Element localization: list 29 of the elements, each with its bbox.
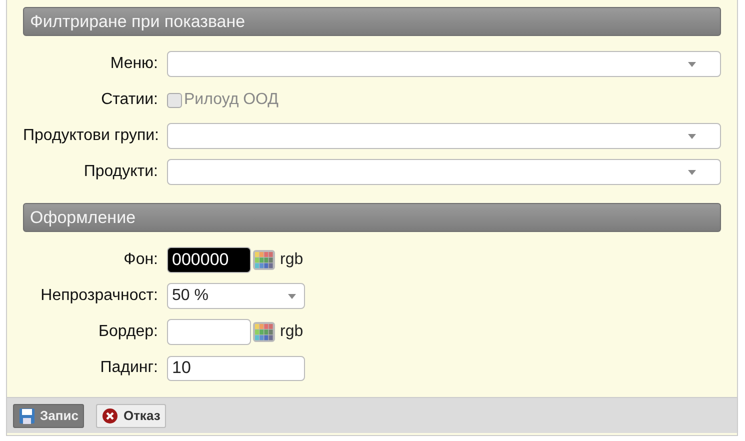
field-label: Статии:: [100, 90, 159, 110]
rgb-label: rgb: [280, 250, 304, 270]
save-button[interactable]: Запис: [13, 404, 84, 428]
color-palette-icon[interactable]: [253, 322, 275, 342]
cancel-button[interactable]: Отказ: [96, 404, 166, 428]
caret-icon: [688, 170, 696, 174]
dropdown[interactable]: [167, 123, 721, 149]
close-icon: [102, 408, 118, 424]
caret-icon: [688, 62, 696, 66]
color-palette-icon[interactable]: [253, 250, 275, 270]
caret-icon: [288, 294, 296, 298]
dropdown[interactable]: 50 %: [167, 283, 305, 309]
input-field[interactable]: 10: [167, 356, 305, 380]
caret-icon: [688, 134, 696, 138]
field-label: Меню:: [109, 54, 159, 74]
dropdown[interactable]: [167, 159, 721, 185]
field-label: Падинг:: [99, 358, 159, 378]
field-label: Продуктови групи:: [23, 126, 160, 146]
rgb-label: rgb: [280, 322, 304, 342]
field-label: Непрозрачност:: [40, 286, 159, 306]
color-input[interactable]: [167, 319, 251, 345]
section-header: Филтриране при показване: [23, 7, 721, 36]
checkbox-label: Рилоуд ООД: [184, 90, 278, 110]
dropdown[interactable]: [167, 51, 721, 77]
color-input[interactable]: 000000: [167, 247, 251, 273]
field-label: Бордер:: [97, 322, 159, 342]
section-header: Оформление: [23, 203, 721, 232]
field-label: Продукти:: [82, 162, 159, 182]
field-label: Фон:: [122, 250, 159, 270]
